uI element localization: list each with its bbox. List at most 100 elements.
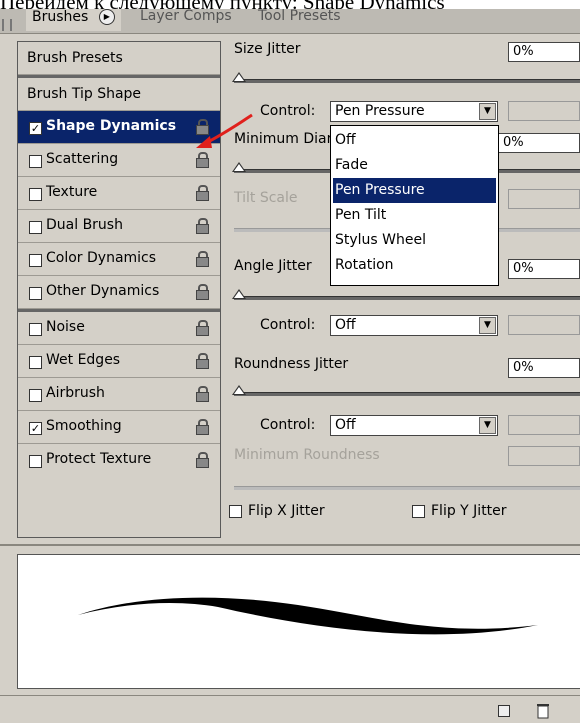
smoothing-checkbox[interactable]: ✓ bbox=[29, 422, 42, 435]
flip-x-label: Flip X Jitter bbox=[248, 503, 325, 519]
tutorial-caption: Перейдем к следующему пункту: Shape Dyna… bbox=[0, 0, 580, 9]
size-jitter-field[interactable]: 0% bbox=[508, 42, 580, 62]
dropdown-option-pen-tilt[interactable]: Pen Tilt bbox=[333, 203, 496, 228]
size-jitter-slider[interactable] bbox=[232, 72, 580, 83]
lock-icon[interactable] bbox=[195, 419, 209, 435]
angle-jitter-field[interactable]: 0% bbox=[508, 259, 580, 279]
minimum-roundness-label: Minimum Roundness bbox=[234, 447, 380, 463]
trash-icon[interactable] bbox=[536, 703, 550, 719]
roundness-control-amount-field bbox=[508, 415, 580, 435]
protect-texture-item[interactable]: Protect Texture bbox=[18, 444, 220, 477]
lock-icon[interactable] bbox=[195, 218, 209, 234]
dropdown-option-fade[interactable]: Fade bbox=[333, 153, 496, 178]
lock-icon[interactable] bbox=[195, 353, 209, 369]
control-dropdown-list[interactable]: Off Fade Pen Pressure Pen Tilt Stylus Wh… bbox=[330, 125, 499, 286]
dropdown-option-stylus-wheel[interactable]: Stylus Wheel bbox=[333, 228, 496, 253]
dual-brush-item[interactable]: Dual Brush bbox=[18, 210, 220, 243]
airbrush-label: Airbrush bbox=[46, 385, 105, 401]
color-dynamics-item[interactable]: Color Dynamics bbox=[18, 243, 220, 276]
brush-tip-shape-label: Brush Tip Shape bbox=[27, 86, 142, 102]
tab-brushes-label: Brushes bbox=[32, 9, 89, 25]
noise-item[interactable]: Noise bbox=[18, 312, 220, 345]
chevron-down-icon[interactable]: ▼ bbox=[479, 417, 496, 434]
size-control-amount-field bbox=[508, 101, 580, 121]
angle-control-select[interactable]: Off ▼ bbox=[330, 315, 498, 336]
brush-stroke-preview bbox=[17, 554, 580, 689]
roundness-jitter-field[interactable]: 0% bbox=[508, 358, 580, 378]
size-control-select[interactable]: Pen Pressure ▼ bbox=[330, 101, 498, 122]
lock-icon[interactable] bbox=[195, 386, 209, 402]
brush-presets-item[interactable]: Brush Presets bbox=[18, 42, 220, 75]
flip-y-checkbox[interactable] bbox=[412, 505, 425, 518]
size-jitter-label: Size Jitter bbox=[234, 41, 301, 57]
scattering-label: Scattering bbox=[46, 151, 119, 167]
divider bbox=[0, 544, 580, 546]
size-control-value: Pen Pressure bbox=[335, 103, 425, 119]
scattering-checkbox[interactable] bbox=[29, 155, 42, 168]
control-label: Control: bbox=[260, 417, 316, 433]
roundness-control-select[interactable]: Off ▼ bbox=[330, 415, 498, 436]
roundness-jitter-slider[interactable] bbox=[232, 385, 580, 396]
smoothing-label: Smoothing bbox=[46, 418, 122, 434]
color-dynamics-label: Color Dynamics bbox=[46, 250, 157, 266]
chevron-down-icon[interactable]: ▼ bbox=[479, 317, 496, 334]
dual-brush-checkbox[interactable] bbox=[29, 221, 42, 234]
roundness-control-value: Off bbox=[335, 417, 356, 433]
lock-icon[interactable] bbox=[195, 284, 209, 300]
chevron-down-icon[interactable]: ▼ bbox=[479, 103, 496, 120]
angle-control-value: Off bbox=[335, 317, 356, 333]
dropdown-option-pen-pressure[interactable]: Pen Pressure bbox=[333, 178, 496, 203]
brush-tip-shape-item[interactable]: Brush Tip Shape bbox=[18, 78, 220, 111]
slider-knob-icon[interactable] bbox=[232, 72, 246, 82]
panel-tab-bar: Brushes ▶ Layer Comps Tool Presets bbox=[0, 9, 580, 34]
slider-knob-icon[interactable] bbox=[232, 385, 246, 395]
lock-icon[interactable] bbox=[195, 251, 209, 267]
texture-item[interactable]: Texture bbox=[18, 177, 220, 210]
dropdown-option-off[interactable]: Off bbox=[333, 128, 496, 153]
tab-tool-presets[interactable]: Tool Presets bbox=[258, 9, 341, 31]
slider-knob-icon[interactable] bbox=[232, 289, 246, 299]
tilt-scale-field bbox=[508, 189, 580, 209]
angle-jitter-slider[interactable] bbox=[232, 289, 580, 300]
texture-checkbox[interactable] bbox=[29, 188, 42, 201]
flip-y-label: Flip Y Jitter bbox=[431, 503, 507, 519]
panel-bottom-bar bbox=[0, 695, 580, 723]
roundness-jitter-label: Roundness Jitter bbox=[234, 356, 349, 372]
other-dynamics-label: Other Dynamics bbox=[46, 283, 160, 299]
color-dynamics-checkbox[interactable] bbox=[29, 254, 42, 267]
protect-texture-label: Protect Texture bbox=[46, 451, 152, 467]
other-dynamics-item[interactable]: Other Dynamics bbox=[18, 276, 220, 309]
airbrush-item[interactable]: Airbrush bbox=[18, 378, 220, 411]
lock-icon[interactable] bbox=[195, 320, 209, 336]
smoothing-item[interactable]: ✓ Smoothing bbox=[18, 411, 220, 444]
tab-brushes[interactable]: Brushes ▶ bbox=[26, 9, 121, 31]
noise-checkbox[interactable] bbox=[29, 323, 42, 336]
lock-icon[interactable] bbox=[195, 152, 209, 168]
tilt-scale-label: Tilt Scale bbox=[234, 190, 298, 206]
panel-grip-icon[interactable] bbox=[2, 19, 12, 31]
airbrush-checkbox[interactable] bbox=[29, 389, 42, 402]
wet-edges-label: Wet Edges bbox=[46, 352, 121, 368]
minimum-roundness-field bbox=[508, 446, 580, 466]
minimum-roundness-slider bbox=[234, 486, 580, 490]
tab-layer-comps[interactable]: Layer Comps bbox=[140, 9, 232, 31]
angle-jitter-label: Angle Jitter bbox=[234, 258, 312, 274]
new-preset-icon[interactable] bbox=[498, 705, 510, 717]
wet-edges-checkbox[interactable] bbox=[29, 356, 42, 369]
brush-stroke-icon bbox=[78, 597, 538, 635]
wet-edges-item[interactable]: Wet Edges bbox=[18, 345, 220, 378]
noise-label: Noise bbox=[46, 319, 85, 335]
slider-knob-icon[interactable] bbox=[232, 162, 246, 172]
panel-menu-icon[interactable]: ▶ bbox=[98, 9, 115, 25]
other-dynamics-checkbox[interactable] bbox=[29, 287, 42, 300]
protect-texture-checkbox[interactable] bbox=[29, 455, 42, 468]
minimum-diameter-field[interactable]: 0% bbox=[498, 133, 580, 153]
lock-icon[interactable] bbox=[195, 185, 209, 201]
control-label: Control: bbox=[260, 103, 316, 119]
angle-control-amount-field bbox=[508, 315, 580, 335]
annotation-arrow-icon bbox=[196, 113, 253, 148]
flip-x-checkbox[interactable] bbox=[229, 505, 242, 518]
dropdown-option-rotation[interactable]: Rotation bbox=[333, 253, 496, 278]
shape-dynamics-checkbox[interactable]: ✓ bbox=[29, 122, 42, 135]
lock-icon[interactable] bbox=[195, 452, 209, 468]
